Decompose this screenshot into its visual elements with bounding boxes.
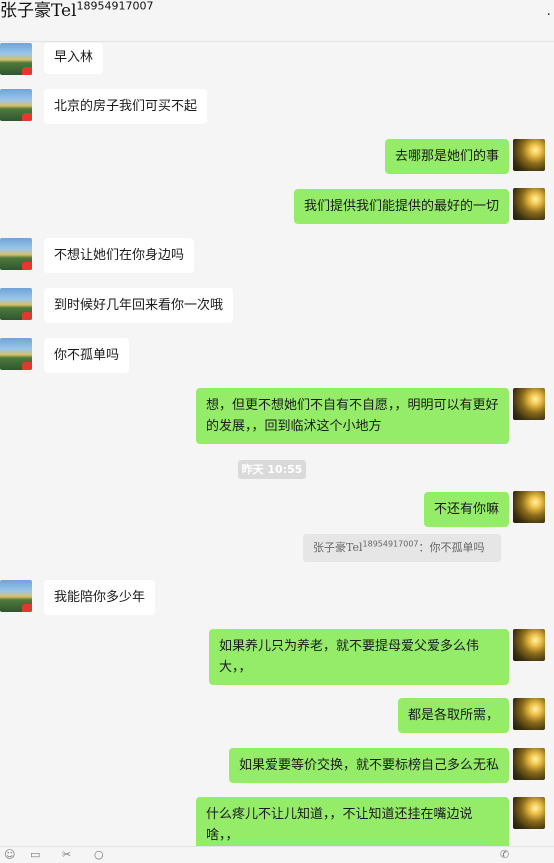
contact-avatar[interactable] xyxy=(0,43,32,75)
message-bubble[interactable]: 北京的房子我们可买不起 xyxy=(44,89,208,124)
message-bubble[interactable]: 早入林 xyxy=(44,43,104,74)
timestamp: 昨天 10:55 xyxy=(238,460,306,479)
message-bubble[interactable]: 你不孤单吗 xyxy=(44,338,130,373)
self-avatar[interactable] xyxy=(513,139,545,171)
message-row: 到时候好几年回来看你一次哦 xyxy=(0,288,554,324)
message-row: 什么疼儿不让儿知道，，不让知道还挂在嘴边说啥，， xyxy=(0,797,554,853)
message-row: 想，但更不想她们不自有不自愿，，明明可以有更好的发展，，回到临沭这个小地方 xyxy=(0,388,554,444)
message-row: 如果爱要等价交换，就不要标榜自己多么无私 xyxy=(0,748,554,784)
message-bubble[interactable]: 如果养儿只为养老，就不要提母爱父爱多么伟大，， xyxy=(209,629,509,685)
message-bubble[interactable]: 想，但更不想她们不自有不自愿，，明明可以有更好的发展，，回到临沭这个小地方 xyxy=(196,388,509,444)
contact-avatar[interactable] xyxy=(0,338,32,370)
quoted-message[interactable]: 张子豪Tel18954917007：你不孤单吗 xyxy=(303,534,501,562)
message-bubble[interactable]: 到时候好几年回来看你一次哦 xyxy=(44,288,234,323)
message-row: 去哪那是她们的事 xyxy=(0,139,554,175)
scissors-icon[interactable]: ✂ xyxy=(62,849,71,861)
message-row: 都是各取所需， xyxy=(0,698,554,734)
message-bubble[interactable]: 去哪那是她们的事 xyxy=(384,139,509,174)
message-row: 北京的房子我们可买不起 xyxy=(0,89,554,125)
message-bubble[interactable]: 我能陪你多少年 xyxy=(44,580,156,615)
input-toolbar: ☺ ▭ ✂ ○ ✆ xyxy=(0,846,554,863)
message-row: 不还有你嘛 xyxy=(0,491,554,527)
contact-avatar[interactable] xyxy=(0,580,32,612)
chat-history-icon[interactable]: ○ xyxy=(94,849,104,861)
quote-tag: Tel xyxy=(346,541,363,554)
contact-avatar[interactable] xyxy=(0,238,32,270)
self-avatar[interactable] xyxy=(513,188,545,220)
self-avatar[interactable] xyxy=(513,797,545,829)
message-bubble[interactable]: 我们提供我们能提供的最好的一切 xyxy=(293,189,509,224)
message-row: 我们提供我们能提供的最好的一切 xyxy=(0,188,554,224)
self-avatar[interactable] xyxy=(513,388,545,420)
self-avatar[interactable] xyxy=(513,698,545,730)
message-row: 不想让她们在你身边吗 xyxy=(0,238,554,274)
message-list[interactable]: 早入林 北京的房子我们可买不起 去哪那是她们的事 我们提供我们能提供的最好的一切… xyxy=(0,0,554,862)
self-avatar[interactable] xyxy=(513,748,545,780)
quote-name: 张子豪 xyxy=(313,541,346,554)
quote-text: ：你不孤单吗 xyxy=(418,541,485,554)
folder-icon[interactable]: ▭ xyxy=(30,849,40,861)
voice-call-icon[interactable]: ✆ xyxy=(500,849,509,861)
quote-number: 18954917007 xyxy=(362,539,419,549)
self-avatar[interactable] xyxy=(513,491,545,523)
message-bubble[interactable]: 什么疼儿不让儿知道，，不让知道还挂在嘴边说啥，， xyxy=(196,797,509,853)
message-row: 早入林 xyxy=(0,43,554,79)
message-bubble[interactable]: 如果爱要等价交换，就不要标榜自己多么无私 xyxy=(228,748,509,783)
emoji-icon[interactable]: ☺ xyxy=(4,849,15,861)
contact-avatar[interactable] xyxy=(0,288,32,320)
message-bubble[interactable]: 不还有你嘛 xyxy=(423,492,509,527)
self-avatar[interactable] xyxy=(513,629,545,661)
message-bubble[interactable]: 都是各取所需， xyxy=(397,698,509,733)
message-row: 如果养儿只为养老，就不要提母爱父爱多么伟大，， xyxy=(0,629,554,685)
contact-avatar[interactable] xyxy=(0,89,32,121)
message-bubble[interactable]: 不想让她们在你身边吗 xyxy=(44,238,195,273)
message-row: 你不孤单吗 xyxy=(0,338,554,374)
message-row: 我能陪你多少年 xyxy=(0,580,554,616)
